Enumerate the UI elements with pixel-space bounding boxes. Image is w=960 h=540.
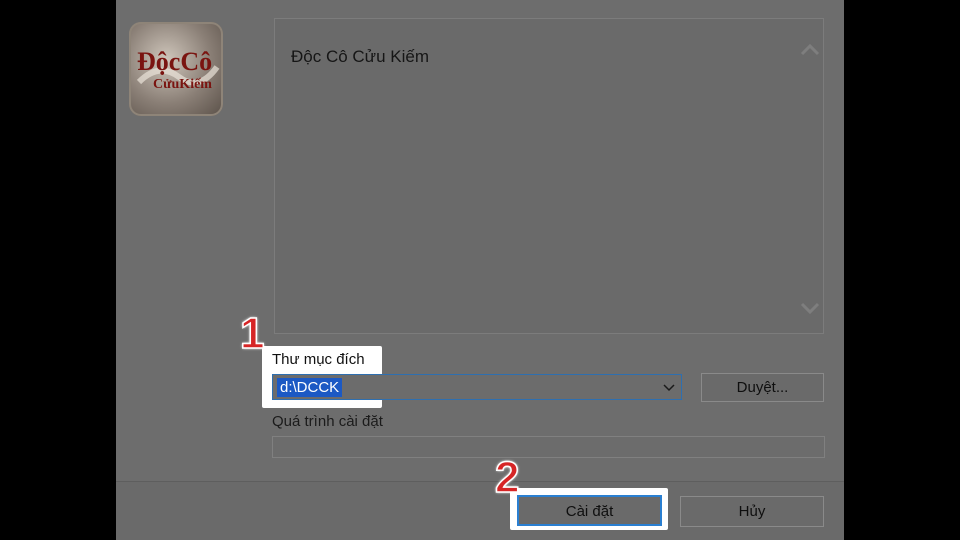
description-box[interactable]: Độc Cô Cửu Kiếm — [274, 18, 824, 334]
destination-combobox[interactable]: d:\DCCK — [272, 374, 682, 400]
step-marker-2: 2 — [494, 453, 520, 502]
chevron-down-icon[interactable] — [799, 297, 821, 319]
chevron-down-icon[interactable] — [663, 381, 675, 393]
progress-label: Quá trình cài đặt — [272, 413, 383, 430]
install-button[interactable]: Cài đặt — [517, 495, 662, 526]
destination-label: Thư mục đích — [272, 351, 365, 368]
game-logo: ĐộcCô CửuKiếm — [129, 22, 223, 116]
cancel-button[interactable]: Hủy — [680, 496, 824, 527]
chevron-up-icon[interactable] — [799, 39, 821, 61]
svg-text:ĐộcCô: ĐộcCô — [137, 47, 212, 76]
svg-text:CửuKiếm: CửuKiếm — [153, 77, 212, 92]
install-progress-bar — [272, 436, 825, 458]
step-marker-1: 1 — [239, 309, 265, 358]
browse-button[interactable]: Duyệt... — [701, 373, 824, 402]
description-text: Độc Cô Cửu Kiếm — [291, 47, 429, 66]
destination-value[interactable]: d:\DCCK — [277, 378, 343, 397]
